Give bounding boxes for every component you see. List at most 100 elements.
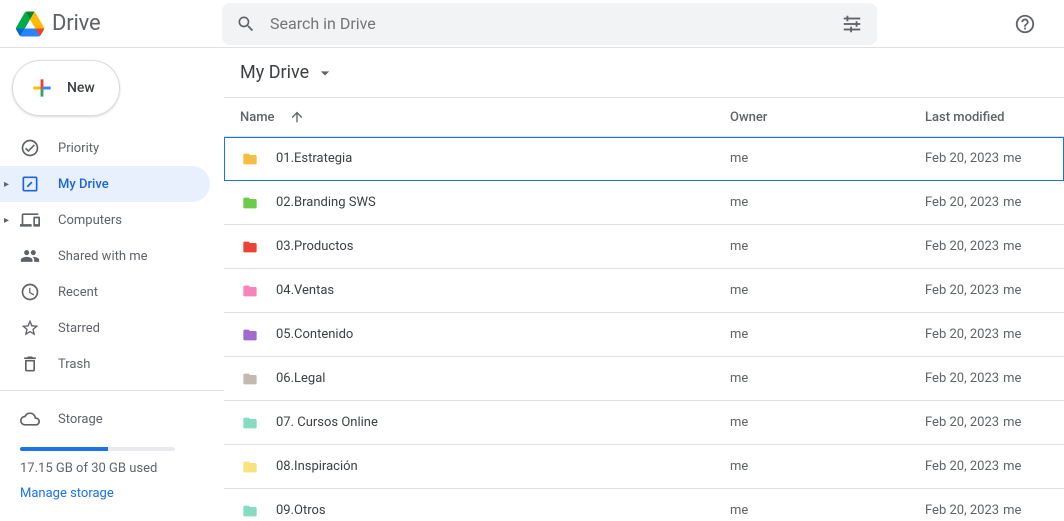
file-name: 05.Contenido	[276, 327, 353, 342]
nav-label: My Drive	[58, 177, 109, 192]
clock-icon	[20, 282, 40, 302]
sidebar-item-priority[interactable]: Priority	[0, 130, 210, 166]
folder-icon	[240, 283, 260, 299]
file-modified: Feb 20, 2023	[925, 415, 999, 430]
chevron-down-icon	[315, 63, 335, 83]
sidebar-item-shared[interactable]: Shared with me	[0, 238, 210, 274]
file-modified: Feb 20, 2023	[925, 371, 999, 386]
column-modified[interactable]: Last modified	[925, 110, 1064, 125]
cloud-icon	[20, 409, 40, 429]
file-modified-user: me	[1003, 371, 1021, 386]
column-modified-label: Last modified	[925, 110, 1005, 125]
sidebar-item-computers[interactable]: Computers	[0, 202, 210, 238]
file-modified: Feb 20, 2023	[925, 459, 999, 474]
storage-label: Storage	[58, 412, 103, 427]
storage-used-text: 17.15 GB of 30 GB used	[20, 461, 224, 476]
folder-icon	[240, 503, 260, 519]
file-modified-user: me	[1003, 283, 1021, 298]
star-icon	[20, 318, 40, 338]
table-row[interactable]: 02.Branding SWS me Feb 20, 2023 me	[224, 181, 1064, 225]
file-owner: me	[730, 283, 748, 298]
file-name: 06.Legal	[276, 371, 325, 386]
file-modified: Feb 20, 2023	[925, 239, 999, 254]
check-circle-icon	[20, 138, 40, 158]
nav-label: Starred	[58, 321, 100, 336]
sidebar-item-recent[interactable]: Recent	[0, 274, 210, 310]
help-icon[interactable]	[1014, 13, 1036, 35]
file-name: 07. Cursos Online	[276, 415, 378, 430]
file-owner: me	[730, 327, 748, 342]
file-modified: Feb 20, 2023	[925, 327, 999, 342]
column-name[interactable]: Name	[240, 109, 730, 125]
table-row[interactable]: 01.Estrategia me Feb 20, 2023 me	[224, 137, 1064, 181]
breadcrumb-title: My Drive	[240, 62, 309, 83]
folder-icon	[240, 151, 260, 167]
column-owner[interactable]: Owner	[730, 110, 925, 125]
header: Drive	[0, 0, 1064, 48]
new-button[interactable]: New	[12, 60, 120, 116]
trash-icon	[20, 354, 40, 374]
manage-storage-link[interactable]: Manage storage	[20, 486, 224, 501]
file-modified-user: me	[1003, 195, 1021, 210]
file-name: 01.Estrategia	[276, 151, 352, 166]
new-button-label: New	[67, 80, 95, 96]
nav-divider	[0, 390, 224, 391]
column-owner-label: Owner	[730, 110, 767, 125]
file-name: 04.Ventas	[276, 283, 334, 298]
sort-arrow-up-icon[interactable]	[289, 109, 305, 125]
table-header: Name Owner Last modified	[224, 97, 1064, 137]
sidebar-item-mydrive[interactable]: My Drive	[0, 166, 210, 202]
file-modified: Feb 20, 2023	[925, 503, 999, 518]
table-row[interactable]: 09.OtrosmeFeb 20, 2023me	[224, 489, 1064, 521]
nav-label: Priority	[58, 141, 99, 156]
file-owner: me	[730, 371, 748, 386]
nav-label: Shared with me	[58, 249, 148, 264]
sidebar-item-storage[interactable]: Storage	[0, 401, 210, 437]
people-icon	[20, 246, 40, 266]
storage-info: 17.15 GB of 30 GB used Manage storage	[0, 447, 224, 501]
nav-label: Trash	[58, 357, 90, 372]
search-options-icon[interactable]	[841, 13, 863, 35]
file-owner: me	[730, 195, 748, 210]
breadcrumb[interactable]: My Drive	[224, 48, 1064, 97]
file-modified-user: me	[1003, 151, 1021, 166]
table-row[interactable]: 06.Legal me Feb 20, 2023 me	[224, 357, 1064, 401]
storage-bar	[20, 447, 175, 451]
column-name-label: Name	[240, 110, 275, 125]
drive-icon	[20, 174, 40, 194]
file-modified: Feb 20, 2023	[925, 283, 999, 298]
main: My Drive Name Owner Last modified 01.Est…	[224, 48, 1064, 521]
file-name: 02.Branding SWS	[276, 195, 376, 210]
table-row[interactable]: 03.ProductosmeFeb 20, 2023me	[224, 225, 1064, 269]
folder-icon	[240, 459, 260, 475]
file-modified-user: me	[1003, 327, 1021, 342]
file-modified-user: me	[1003, 503, 1021, 518]
search-bar[interactable]	[222, 3, 877, 45]
table-row[interactable]: 05.Contenido me Feb 20, 2023 me	[224, 313, 1064, 357]
search-icon	[236, 14, 256, 34]
sidebar-item-starred[interactable]: Starred	[0, 310, 210, 346]
header-right	[1014, 13, 1048, 35]
file-owner: me	[730, 151, 748, 166]
folder-icon	[240, 239, 260, 255]
file-owner: me	[730, 459, 748, 474]
table-body: 01.EstrategiameFeb 20, 2023me02.Branding…	[224, 137, 1064, 521]
table-row[interactable]: 04.Ventas me Feb 20, 2023 me	[224, 269, 1064, 313]
table-row[interactable]: 08.InspiraciónmeFeb 20, 2023me	[224, 445, 1064, 489]
folder-icon	[240, 327, 260, 343]
storage-bar-fill	[20, 447, 108, 451]
nav-label: Computers	[58, 213, 122, 228]
nav-list: Priority My Drive Computers Shared with me R…	[0, 130, 224, 382]
file-modified-user: me	[1003, 415, 1021, 430]
file-modified: Feb 20, 2023	[925, 151, 999, 166]
file-name: 03.Productos	[276, 239, 354, 254]
table-row[interactable]: 07. Cursos OnlinemeFeb 20, 2023me	[224, 401, 1064, 445]
nav-label: Recent	[58, 285, 98, 300]
logo-area[interactable]: Drive	[16, 10, 222, 38]
sidebar: New Priority My Drive Computers Shared with…	[0, 48, 224, 521]
sidebar-item-trash[interactable]: Trash	[0, 346, 210, 382]
folder-icon	[240, 415, 260, 431]
file-modified: Feb 20, 2023	[925, 195, 999, 210]
search-input[interactable]	[270, 14, 841, 33]
file-name: 09.Otros	[276, 503, 326, 518]
